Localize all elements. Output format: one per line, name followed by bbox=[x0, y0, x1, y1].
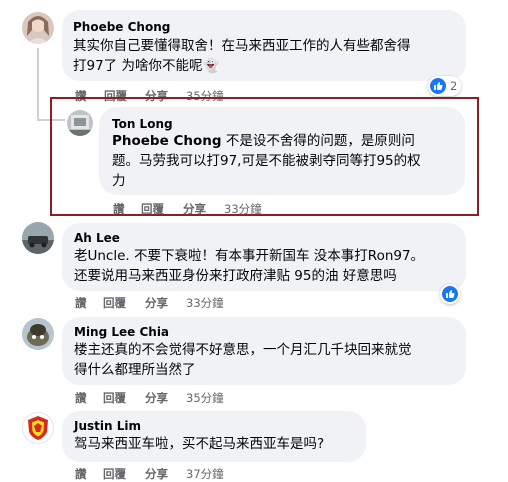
like-icon bbox=[430, 78, 446, 94]
like-button[interactable]: 讚 bbox=[75, 390, 87, 406]
like-button[interactable]: 讚 bbox=[113, 201, 125, 217]
comment-timestamp[interactable]: 33分鐘 bbox=[224, 201, 262, 217]
avatar[interactable] bbox=[22, 412, 54, 444]
comment-text: 其实你自己要懂得取舍！在马来西亚工作的人有些都舍得 打97了 为啥你不能呢👻 bbox=[73, 36, 411, 76]
reaction-count[interactable]: 2 bbox=[428, 76, 462, 96]
comment-author[interactable]: Justin Lim bbox=[74, 419, 141, 433]
like-button[interactable]: 讚 bbox=[75, 295, 87, 311]
comment-text-line: 打97了 为啥你不能呢👻 bbox=[73, 58, 220, 74]
reaction-count-number: 2 bbox=[450, 79, 458, 93]
like-button[interactable]: 讚 bbox=[75, 466, 87, 482]
mentioned-user-tag[interactable]: Phoebe Chong bbox=[112, 133, 222, 149]
comment-text: 楼主还真的不会觉得不好意思，一个月汇几千块回来就觉 得什么都理所当然了 bbox=[74, 340, 412, 380]
reply-button[interactable]: 回覆 bbox=[103, 390, 126, 406]
comment-author[interactable]: Ton Long bbox=[112, 117, 173, 131]
comment-text-line: 其实你自己要懂得取舍！在马来西亚工作的人有些都舍得 bbox=[73, 38, 411, 54]
comment-author[interactable]: Phoebe Chong bbox=[73, 20, 170, 34]
reply-button[interactable]: 回覆 bbox=[103, 295, 126, 311]
comment-author[interactable]: Ah Lee bbox=[74, 231, 120, 245]
reply-button[interactable]: 回覆 bbox=[141, 201, 164, 217]
reaction-count[interactable] bbox=[440, 284, 460, 304]
avatar[interactable] bbox=[22, 318, 54, 350]
comment-text-line: 驾马来西亚车啦，买不起马来西亚车是吗? bbox=[74, 436, 325, 452]
reply-button[interactable]: 回覆 bbox=[103, 466, 126, 482]
comment-text-line: 得什么都理所当然了 bbox=[74, 362, 196, 378]
comment-timestamp[interactable]: 35分鐘 bbox=[186, 390, 224, 406]
comment-author[interactable]: Ming Lee Chia bbox=[74, 325, 169, 339]
like-icon bbox=[442, 286, 458, 302]
share-button[interactable]: 分享 bbox=[183, 201, 206, 217]
avatar[interactable] bbox=[22, 12, 54, 44]
comment-text-line: 老Uncle. 不要下衰啦！有本事开新国车 没本事打Ron97。 bbox=[74, 248, 425, 264]
comment-text-line: 不是设不舍得的问题，是原则问 bbox=[221, 133, 415, 149]
share-button[interactable]: 分享 bbox=[145, 295, 168, 311]
avatar[interactable] bbox=[22, 222, 54, 254]
comment-text-line: 楼主还真的不会觉得不好意思，一个月汇几千块回来就觉 bbox=[74, 342, 412, 358]
comment-timestamp[interactable]: 37分鐘 bbox=[186, 466, 224, 482]
comment-text-line: 还要说用马来西亚身份来打政府津贴 95的油 好意思吗 bbox=[74, 268, 397, 284]
comment-text: Phoebe Chong 不是设不舍得的问题，是原则问 题。马劳我可以打97,可… bbox=[112, 131, 421, 191]
comment-text-line: 题。马劳我可以打97,可是不能被剥夺同等打95的权 bbox=[112, 153, 421, 169]
share-button[interactable]: 分享 bbox=[145, 390, 168, 406]
comment-timestamp[interactable]: 33分鐘 bbox=[186, 295, 224, 311]
comment-text-line: 力 bbox=[112, 173, 126, 189]
thread-line bbox=[37, 48, 39, 120]
avatar[interactable] bbox=[67, 110, 93, 136]
comment-text: 驾马来西亚车啦，买不起马来西亚车是吗? bbox=[74, 434, 324, 454]
share-button[interactable]: 分享 bbox=[145, 466, 168, 482]
comment-text: 老Uncle. 不要下衰啦！有本事开新国车 没本事打Ron97。 还要说用马来西… bbox=[74, 246, 424, 286]
